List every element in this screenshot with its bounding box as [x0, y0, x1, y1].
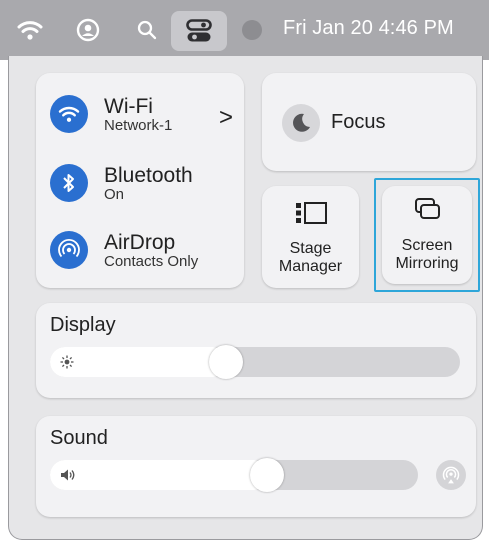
bluetooth-title: Bluetooth — [104, 163, 193, 187]
speaker-icon — [60, 468, 76, 485]
stage-manager-label-line2: Manager — [278, 258, 343, 275]
sound-card: Sound — [36, 416, 476, 517]
stage-manager-button[interactable]: Stage Manager — [262, 186, 359, 288]
sun-icon — [60, 355, 74, 372]
wifi-network-name: Network-1 — [104, 116, 173, 134]
screen-mirroring-icon — [382, 196, 472, 222]
wifi-toggle[interactable] — [50, 95, 88, 133]
bluetooth-toggle[interactable] — [50, 164, 88, 202]
airdrop-icon — [58, 238, 80, 258]
wifi-title: Wi-Fi — [104, 94, 153, 118]
bluetooth-status: On — [104, 185, 125, 203]
bluetooth-icon — [63, 174, 74, 192]
airdrop-toggle[interactable] — [50, 231, 88, 269]
airplay-audio-icon — [442, 466, 460, 484]
screen-mirroring-button[interactable]: Screen Mirroring — [382, 186, 472, 284]
screen-mirroring-label-line1: Screen — [401, 237, 453, 254]
stage-manager-icon — [262, 200, 359, 226]
search-icon[interactable] — [132, 13, 162, 47]
brightness-fill — [50, 347, 228, 377]
chevron-right-icon[interactable]: > — [219, 104, 233, 132]
user-icon[interactable] — [73, 13, 103, 47]
menubar-clock[interactable]: Fri Jan 20 4:46 PM — [283, 17, 454, 40]
volume-knob[interactable] — [250, 458, 284, 492]
control-center-panel: Wi-Fi Network-1 > Bluetooth On AirDrop C… — [8, 56, 483, 540]
screen-mirroring-highlight: Screen Mirroring — [374, 178, 480, 292]
menu-bar: Fri Jan 20 4:46 PM — [0, 0, 489, 60]
wifi-icon — [58, 106, 80, 122]
volume-fill — [50, 460, 269, 490]
display-card: Display — [36, 303, 476, 398]
airdrop-row[interactable]: AirDrop Contacts Only — [50, 231, 198, 269]
sound-label: Sound — [50, 427, 108, 449]
airdrop-status: Contacts Only — [104, 252, 199, 270]
screen-mirroring-label-line2: Mirroring — [395, 255, 459, 272]
volume-slider[interactable] — [50, 458, 418, 492]
brightness-knob[interactable] — [209, 345, 243, 379]
wifi-row[interactable]: Wi-Fi Network-1 — [50, 95, 172, 133]
airplay-audio-button[interactable] — [436, 460, 466, 490]
network-card: Wi-Fi Network-1 > Bluetooth On AirDrop C… — [36, 73, 244, 288]
focus-label: Focus — [331, 111, 386, 133]
airdrop-title: AirDrop — [104, 230, 176, 254]
focus-button[interactable]: Focus — [262, 73, 476, 171]
wifi-icon[interactable] — [15, 13, 45, 47]
bluetooth-row[interactable]: Bluetooth On — [50, 164, 193, 202]
display-label: Display — [50, 314, 116, 336]
record-dot-icon — [237, 13, 267, 47]
moon-icon — [282, 104, 320, 142]
control-center-icon[interactable] — [171, 11, 227, 51]
stage-manager-label-line1: Stage — [289, 240, 332, 257]
brightness-slider[interactable] — [50, 345, 460, 379]
